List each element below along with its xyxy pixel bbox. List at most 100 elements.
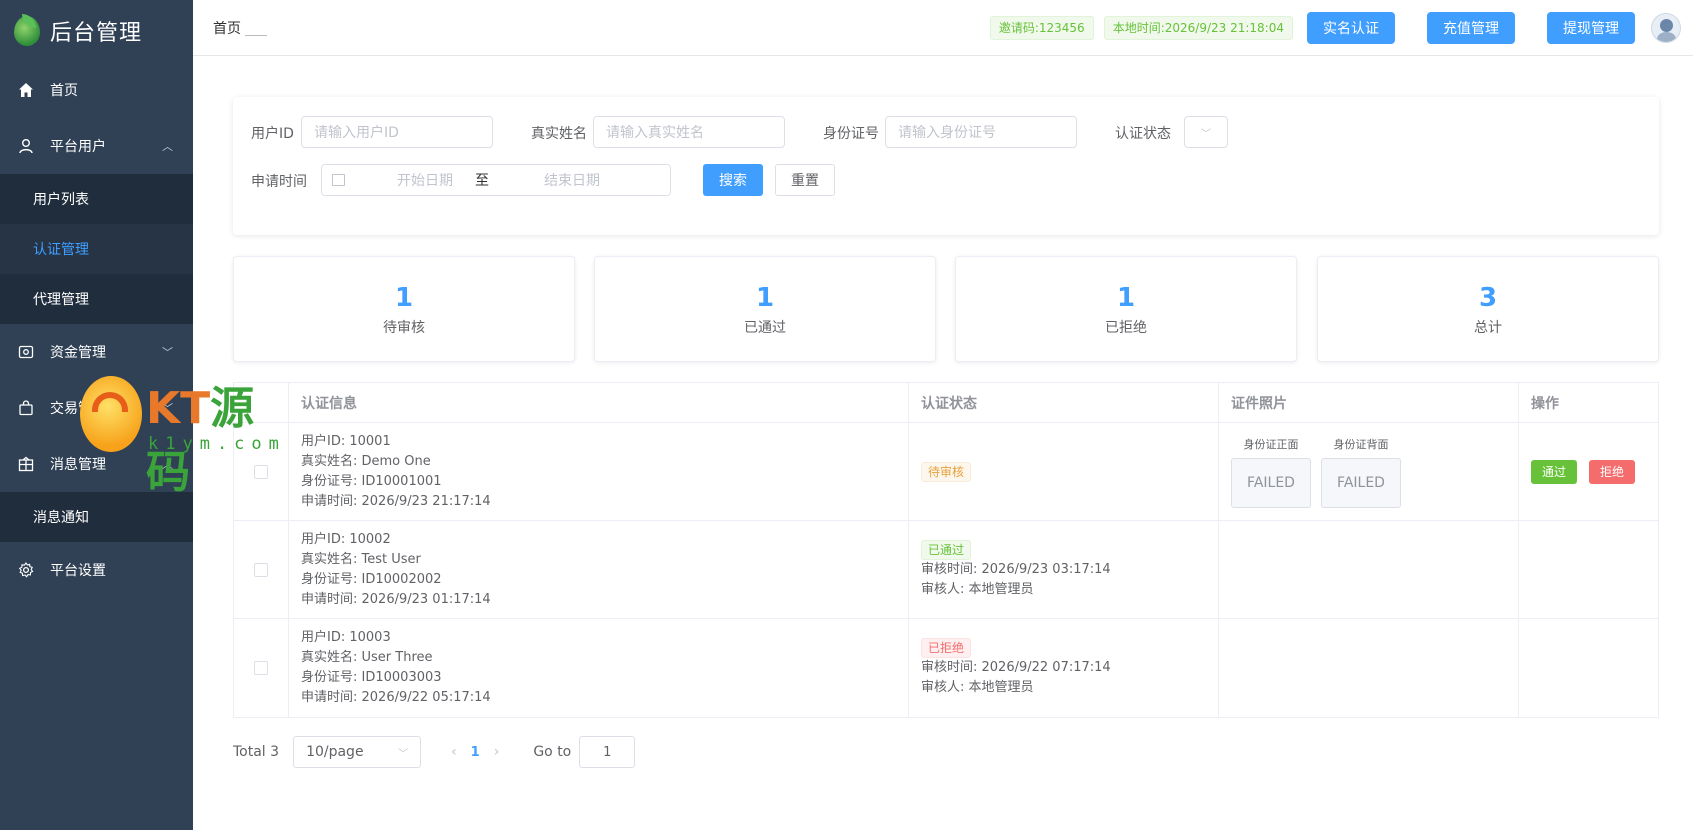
- stat-value: 1: [1116, 283, 1136, 313]
- row-checkbox[interactable]: [254, 464, 268, 479]
- column-header: 认证状态: [909, 383, 1219, 422]
- reset-button[interactable]: 重置: [775, 164, 835, 196]
- table-row: 用户ID: 10002 真实姓名: Test User 身份证号: ID1000…: [234, 521, 1658, 619]
- goto-page-input[interactable]: 1: [579, 736, 636, 768]
- invite-code-badge: 邀请码:123456: [989, 16, 1094, 40]
- apply-time: 申请时间: 2026/9/22 05:17:14: [301, 690, 491, 705]
- id-card-input[interactable]: 请输入身份证号: [885, 116, 1077, 148]
- column-header: 认证信息: [289, 383, 909, 422]
- breadcrumb-underline: [245, 35, 267, 36]
- sidebar-item-settings[interactable]: 平台设置: [0, 542, 193, 598]
- sidebar: 后台管理 首页 平台用户 ︿ 用户列表 认证管理 代理管理 资金管理 ﹀ 交易管…: [0, 0, 193, 830]
- stat-label: 已拒绝: [1105, 320, 1147, 336]
- table-row: 用户ID: 10003 真实姓名: User Three 身份证号: ID100…: [234, 619, 1658, 717]
- sidebar-item-label: 资金管理: [50, 345, 106, 361]
- stat-label: 待审核: [383, 320, 425, 336]
- user-icon: [18, 138, 34, 154]
- auth-info-cell: 用户ID: 10003 真实姓名: User Three 身份证号: ID100…: [289, 619, 909, 717]
- stat-card-rejected: 1 已拒绝: [955, 256, 1297, 362]
- row-checkbox[interactable]: [254, 661, 268, 675]
- submenu-platform-users: 用户列表 认证管理 代理管理: [0, 174, 193, 324]
- grid-icon: [18, 456, 34, 472]
- sidebar-item-verification[interactable]: 认证管理: [0, 224, 193, 274]
- sidebar-item-home[interactable]: 首页: [0, 62, 193, 118]
- stat-label: 已通过: [744, 320, 786, 336]
- stat-card-pending: 1 待审核: [233, 256, 575, 362]
- chevron-down-icon: ﹀: [162, 346, 173, 359]
- submenu-messages: 消息通知: [0, 492, 193, 542]
- page-size-value: 10/page: [306, 744, 364, 760]
- table-row: 用户ID: 10001 真实姓名: Demo One 身份证号: ID10001…: [234, 423, 1658, 521]
- date-range-picker[interactable]: 开始日期 至 结束日期: [321, 164, 671, 196]
- id-front-caption: 身份证正面: [1243, 437, 1299, 451]
- calendar-icon: [332, 174, 345, 186]
- ops-cell: [1519, 521, 1658, 618]
- photo-cell: 身份证正面 FAILED 身份证背面 FAILED: [1219, 423, 1519, 520]
- home-icon: [18, 82, 34, 98]
- sidebar-item-messages[interactable]: 消息管理 ︿: [0, 436, 193, 492]
- top-header: 首页 邀请码:123456 本地时间:2026/9/23 21:18:04 实名…: [193, 0, 1693, 56]
- avatar[interactable]: [1651, 13, 1681, 43]
- withdraw-manage-button[interactable]: 提现管理: [1547, 12, 1635, 44]
- stat-label: 总计: [1474, 320, 1502, 336]
- page-size-select[interactable]: 10/page ﹀: [293, 736, 422, 768]
- id-back-image[interactable]: FAILED: [1321, 457, 1401, 508]
- prev-page-icon[interactable]: ‹: [451, 744, 457, 760]
- sidebar-item-trade[interactable]: 交易管理 ﹀: [0, 380, 193, 436]
- chevron-down-icon: ﹀: [162, 402, 173, 415]
- search-button[interactable]: 搜索: [703, 164, 763, 196]
- realname-auth-button[interactable]: 实名认证: [1307, 12, 1395, 44]
- id-card-label: 身份证号: [823, 126, 879, 142]
- bag-icon: [18, 400, 34, 416]
- review-time: 审核时间: 2026/9/22 07:17:14: [921, 660, 1111, 675]
- status-badge: 待审核: [921, 461, 972, 482]
- sidebar-item-user-list[interactable]: 用户列表: [0, 174, 193, 224]
- reviewer: 审核人: 本地管理员: [921, 680, 1034, 695]
- user-id-input[interactable]: 请输入用户ID: [301, 116, 493, 148]
- status-badge: 已拒绝: [921, 638, 972, 658]
- id-card: 身份证号: ID10003003: [301, 670, 442, 685]
- real-name: 真实姓名: Test User: [301, 551, 421, 567]
- real-name-label: 真实姓名: [531, 126, 587, 142]
- ops-cell: [1519, 619, 1658, 717]
- status-select[interactable]: ﹀: [1184, 116, 1228, 148]
- breadcrumb[interactable]: 首页: [213, 18, 241, 38]
- chevron-down-icon: ﹀: [398, 748, 409, 760]
- row-checkbox[interactable]: [254, 562, 268, 577]
- sidebar-item-notifications[interactable]: 消息通知: [0, 492, 193, 542]
- chevron-up-icon: ︿: [162, 140, 173, 153]
- end-date-input[interactable]: 结束日期: [517, 170, 627, 190]
- auth-info-cell: 用户ID: 10002 真实姓名: Test User 身份证号: ID1000…: [289, 521, 909, 618]
- id-card: 身份证号: ID10002002: [301, 571, 442, 587]
- real-name-input[interactable]: 请输入真实姓名: [593, 116, 785, 148]
- current-page[interactable]: 1: [471, 745, 480, 760]
- logo-text: 后台管理: [50, 21, 143, 46]
- ops-cell: 通过 拒绝: [1519, 423, 1658, 520]
- next-page-icon[interactable]: ›: [494, 744, 500, 760]
- column-header: 操作: [1531, 395, 1559, 412]
- start-date-input[interactable]: 开始日期: [375, 170, 475, 190]
- header-select-col: [234, 383, 289, 422]
- apply-time: 申请时间: 2026/9/23 01:17:14: [301, 591, 491, 607]
- sidebar-item-platform-users[interactable]: 平台用户 ︿: [0, 118, 193, 174]
- stat-value: 1: [755, 283, 775, 313]
- goto-label: Go to: [533, 744, 572, 760]
- logo[interactable]: 后台管理: [0, 0, 193, 62]
- real-name: 真实姓名: User Three: [301, 650, 433, 665]
- header-actions: 邀请码:123456 本地时间:2026/9/23 21:18:04 实名认证 …: [989, 0, 1681, 56]
- user-id: 用户ID: 10003: [301, 630, 391, 645]
- user-id-label: 用户ID: [251, 126, 294, 142]
- recharge-manage-button[interactable]: 充值管理: [1427, 12, 1515, 44]
- status-cell: 已通过 审核时间: 2026/9/23 03:17:14 审核人: 本地管理员: [909, 521, 1219, 618]
- reject-button[interactable]: 拒绝: [1589, 459, 1636, 484]
- sidebar-item-label: 平台用户: [50, 139, 106, 155]
- verification-table: 认证信息 认证状态 证件照片 操作 用户ID: 10001 真实姓名: Demo…: [233, 382, 1659, 718]
- approve-button[interactable]: 通过: [1531, 459, 1578, 484]
- id-back-caption: 身份证背面: [1333, 437, 1389, 451]
- id-front-image[interactable]: FAILED: [1231, 457, 1311, 508]
- sidebar-item-funds[interactable]: 资金管理 ﹀: [0, 324, 193, 380]
- status-cell: 已拒绝 审核时间: 2026/9/22 07:17:14 审核人: 本地管理员: [909, 619, 1219, 717]
- sidebar-item-agents[interactable]: 代理管理: [0, 274, 193, 324]
- photo-cell: [1219, 521, 1519, 618]
- user-id: 用户ID: 10002: [301, 531, 391, 547]
